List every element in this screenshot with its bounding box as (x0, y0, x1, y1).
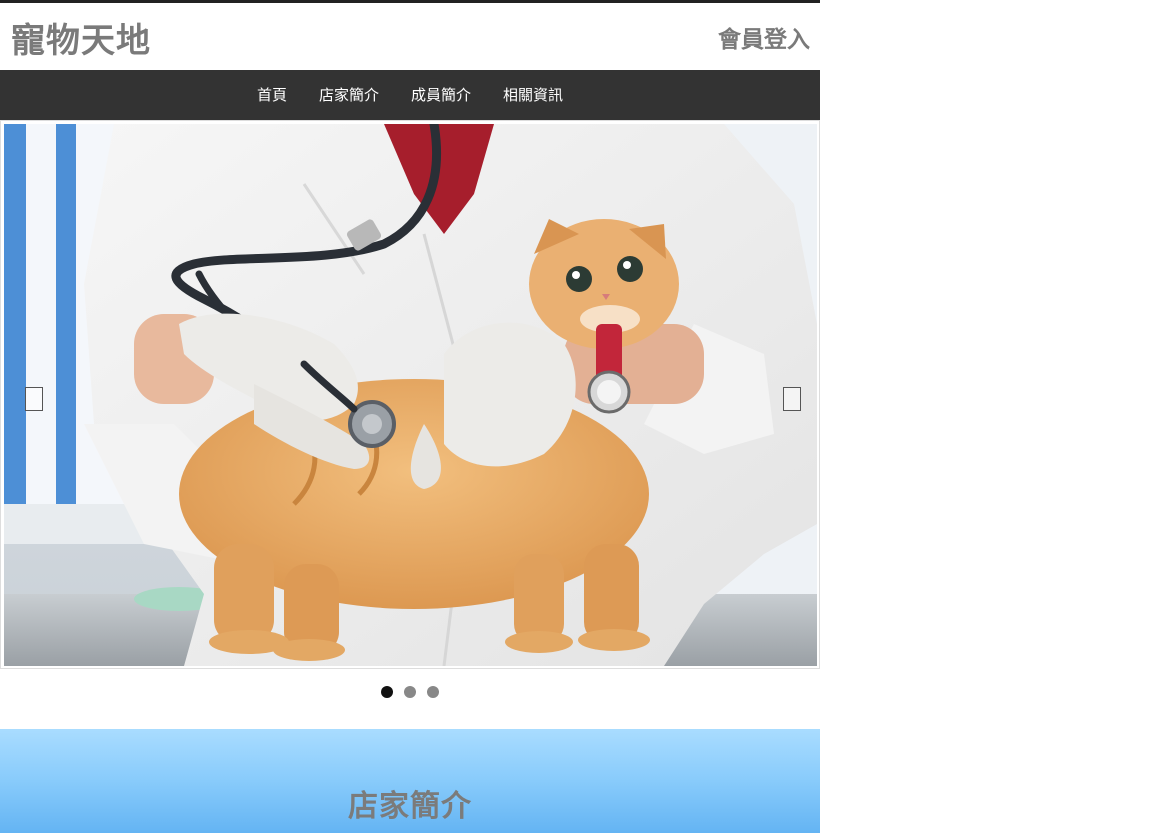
nav-item-home[interactable]: 首頁 (241, 70, 303, 120)
store-intro-section: 店家簡介 (0, 729, 820, 833)
carousel-slide-vet-cat (4, 124, 817, 666)
carousel-dot-1[interactable] (381, 686, 393, 698)
carousel-next-button[interactable] (783, 387, 801, 411)
store-intro-heading: 店家簡介 (348, 789, 472, 824)
vet-cat-photo (4, 124, 817, 666)
member-login-link[interactable]: 會員登入 (718, 20, 810, 54)
carousel-indicators (0, 669, 820, 730)
site-header: 寵物天地 會員登入 (0, 3, 820, 70)
page: 寵物天地 會員登入 首頁 店家簡介 成員簡介 相關資訊 店家簡介 (0, 0, 820, 833)
nav-list: 首頁 店家簡介 成員簡介 相關資訊 (241, 70, 579, 120)
carousel-dot-2[interactable] (404, 686, 416, 698)
carousel-prev-button[interactable] (25, 387, 43, 411)
nav-item-store-intro[interactable]: 店家簡介 (303, 70, 395, 120)
nav-item-related-info[interactable]: 相關資訊 (487, 70, 579, 120)
site-title[interactable]: 寵物天地 (11, 13, 151, 62)
image-carousel (0, 120, 820, 669)
nav-item-member-intro[interactable]: 成員簡介 (395, 70, 487, 120)
main-navbar: 首頁 店家簡介 成員簡介 相關資訊 (0, 70, 820, 120)
carousel-dot-3[interactable] (427, 686, 439, 698)
